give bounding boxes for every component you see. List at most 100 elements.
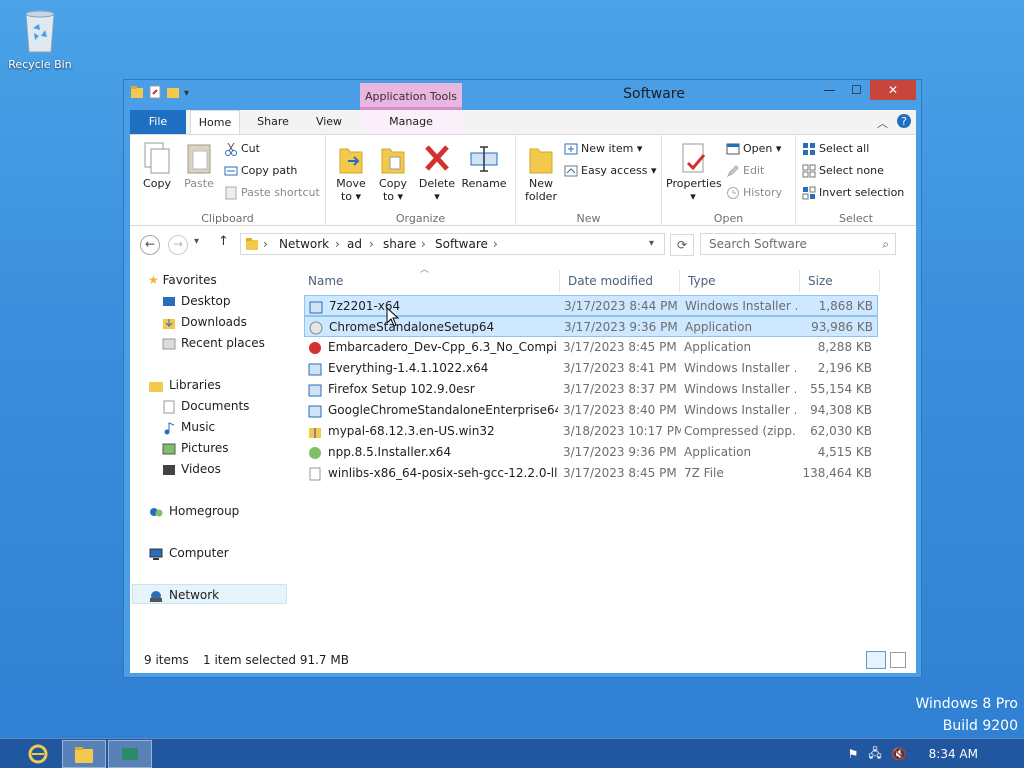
computer-icon — [149, 548, 163, 560]
table-row[interactable]: winlibs-x86_64-posix-seh-gcc-12.2.0-llv.… — [304, 463, 878, 484]
maximize-button[interactable]: ☐ — [843, 80, 870, 100]
nav-documents[interactable]: Documents — [162, 396, 249, 416]
refresh-button[interactable]: ⟳ — [670, 234, 694, 256]
nav-music[interactable]: Music — [162, 417, 215, 437]
move-to-button[interactable]: Move to ▾ — [332, 141, 370, 203]
tab-file[interactable]: File — [130, 110, 186, 134]
volume-muted-icon[interactable]: 🔇 — [892, 747, 907, 761]
close-button[interactable]: ✕ — [870, 80, 916, 100]
help-icon[interactable]: ? — [896, 113, 912, 132]
file-type: Compressed (zipp... — [684, 424, 796, 438]
breadcrumb-ad[interactable]: ad — [347, 234, 362, 254]
select-none-button[interactable]: Select none — [802, 161, 884, 181]
history-button[interactable]: History — [726, 183, 782, 203]
properties-qat-icon[interactable] — [148, 85, 162, 102]
table-row[interactable]: Embarcadero_Dev-Cpp_6.3_No_Compiler... 3… — [304, 337, 878, 358]
rename-button[interactable]: Rename — [460, 141, 508, 190]
easy-access-button[interactable]: Easy access ▾ — [564, 161, 657, 181]
clipboard-group-label: Clipboard — [201, 212, 254, 225]
large-icons-view-icon[interactable] — [890, 652, 906, 668]
table-row[interactable]: Everything-1.4.1.1022.x64 3/17/2023 8:41… — [304, 358, 878, 379]
select-all-button[interactable]: Select all — [802, 139, 869, 159]
new-item-button[interactable]: New item ▾ — [564, 139, 642, 159]
copy-path-button[interactable]: Copy path — [224, 161, 297, 181]
tab-share[interactable]: Share — [248, 110, 298, 134]
table-row[interactable]: Firefox Setup 102.9.0esr 3/17/2023 8:37 … — [304, 379, 878, 400]
breadcrumb-software[interactable]: Software — [435, 234, 488, 254]
copy-to-button[interactable]: Copy to ▾ — [374, 141, 412, 203]
invert-selection-button[interactable]: Invert selection — [802, 183, 904, 203]
table-row[interactable]: GoogleChromeStandaloneEnterprise64 3/17/… — [304, 400, 878, 421]
nav-recent-places[interactable]: Recent places — [162, 333, 265, 353]
paste-shortcut-button[interactable]: Paste shortcut — [224, 183, 320, 203]
details-view-icon[interactable] — [866, 651, 886, 669]
forward-button[interactable]: → — [168, 235, 188, 255]
delete-button[interactable]: Delete ▾ — [418, 141, 456, 203]
nav-pictures[interactable]: Pictures — [162, 438, 229, 458]
cut-button[interactable]: Cut — [224, 139, 260, 159]
nav-favorites[interactable]: ★ Favorites — [148, 270, 217, 290]
nav-videos[interactable]: Videos — [162, 459, 221, 479]
nav-libraries[interactable]: Libraries — [148, 375, 221, 395]
file-name: ChromeStandaloneSetup64 — [329, 320, 495, 334]
collapse-ribbon-icon[interactable]: ︿ — [877, 115, 888, 131]
nav-computer[interactable]: Computer — [148, 543, 229, 563]
file-date: 3/17/2023 8:37 PM — [563, 382, 677, 396]
file-size: 55,154 KB — [810, 382, 872, 396]
network-status-icon[interactable]: 🖧 — [868, 744, 881, 765]
title-bar[interactable]: ▾ Application Tools Software — ☐ ✕ — [124, 80, 921, 110]
recycle-bin-desktop-icon[interactable]: Recycle Bin — [6, 6, 74, 71]
breadcrumb-separator-icon: › — [263, 237, 268, 251]
copy-button[interactable]: Copy — [138, 141, 176, 190]
nav-downloads[interactable]: Downloads — [162, 312, 247, 332]
new-folder-button[interactable]: New folder — [522, 141, 560, 203]
file-size: 8,288 KB — [817, 340, 872, 354]
zip-folder-icon — [309, 427, 321, 438]
column-header-size[interactable]: Size — [800, 270, 880, 292]
table-row[interactable]: mypal-68.12.3.en-US.win32 3/18/2023 10:1… — [304, 421, 878, 442]
edit-button[interactable]: Edit — [726, 161, 764, 181]
network-app-taskbar-button[interactable] — [108, 740, 152, 768]
file-explorer-taskbar-button[interactable] — [62, 740, 106, 768]
recent-locations-dropdown[interactable]: ▾ — [194, 236, 199, 247]
new-folder-qat-icon[interactable] — [166, 85, 180, 102]
navigation-pane: ★ Favorites Desktop Downloads Recent pla… — [130, 262, 290, 647]
back-button[interactable]: ← — [140, 235, 160, 255]
column-header-date[interactable]: Date modified — [560, 270, 680, 292]
msi-installer-icon — [308, 363, 322, 375]
nav-documents-label: Documents — [181, 399, 250, 413]
tab-view[interactable]: View — [304, 110, 354, 134]
watermark-edition: Windows 8 Pro — [915, 696, 1018, 712]
paste-icon — [187, 144, 211, 174]
folder-icon[interactable] — [130, 85, 144, 102]
nav-desktop[interactable]: Desktop — [162, 291, 231, 311]
tab-home[interactable]: Home — [190, 110, 240, 134]
nav-network[interactable]: Network — [132, 584, 287, 604]
column-header-name[interactable]: Name — [300, 270, 560, 292]
qat-dropdown-icon[interactable]: ▾ — [184, 88, 189, 99]
flag-icon[interactable]: ⚑ — [848, 747, 859, 761]
internet-explorer-taskbar-button[interactable] — [16, 740, 60, 768]
properties-button[interactable]: Properties ▾ — [666, 141, 722, 203]
column-header-type[interactable]: Type — [680, 270, 800, 292]
ribbon-tabs: File Home Share View Manage ︿ ? — [130, 110, 916, 134]
file-size: 138,464 KB — [802, 466, 872, 480]
libraries-icon — [149, 381, 163, 392]
breadcrumb-share[interactable]: share — [383, 234, 416, 254]
ribbon-home: Copy Paste Cut Copy path Paste shortcut … — [130, 134, 916, 227]
minimize-button[interactable]: — — [816, 80, 843, 100]
nav-homegroup[interactable]: Homegroup — [148, 501, 239, 521]
paste-button[interactable]: Paste — [180, 141, 218, 190]
file-type: 7Z File — [684, 466, 724, 480]
breadcrumb-network[interactable]: Network — [279, 234, 329, 254]
address-dropdown-icon[interactable]: ▾ — [649, 234, 654, 254]
application-tools-contextual-tab[interactable]: Application Tools — [360, 83, 462, 110]
search-input[interactable]: Search Software ⌕ — [700, 233, 896, 255]
tab-manage[interactable]: Manage — [360, 110, 462, 134]
open-button[interactable]: Open ▾ — [726, 139, 781, 159]
clock[interactable]: 8:34 AM — [929, 747, 978, 761]
table-row[interactable]: npp.8.5.Installer.x64 3/17/2023 9:36 PM … — [304, 442, 878, 463]
up-button[interactable]: ↑ — [218, 234, 229, 249]
content-area: ★ Favorites Desktop Downloads Recent pla… — [130, 262, 916, 647]
address-bar[interactable]: › Network › ad › share › Software › ▾ — [240, 233, 665, 255]
